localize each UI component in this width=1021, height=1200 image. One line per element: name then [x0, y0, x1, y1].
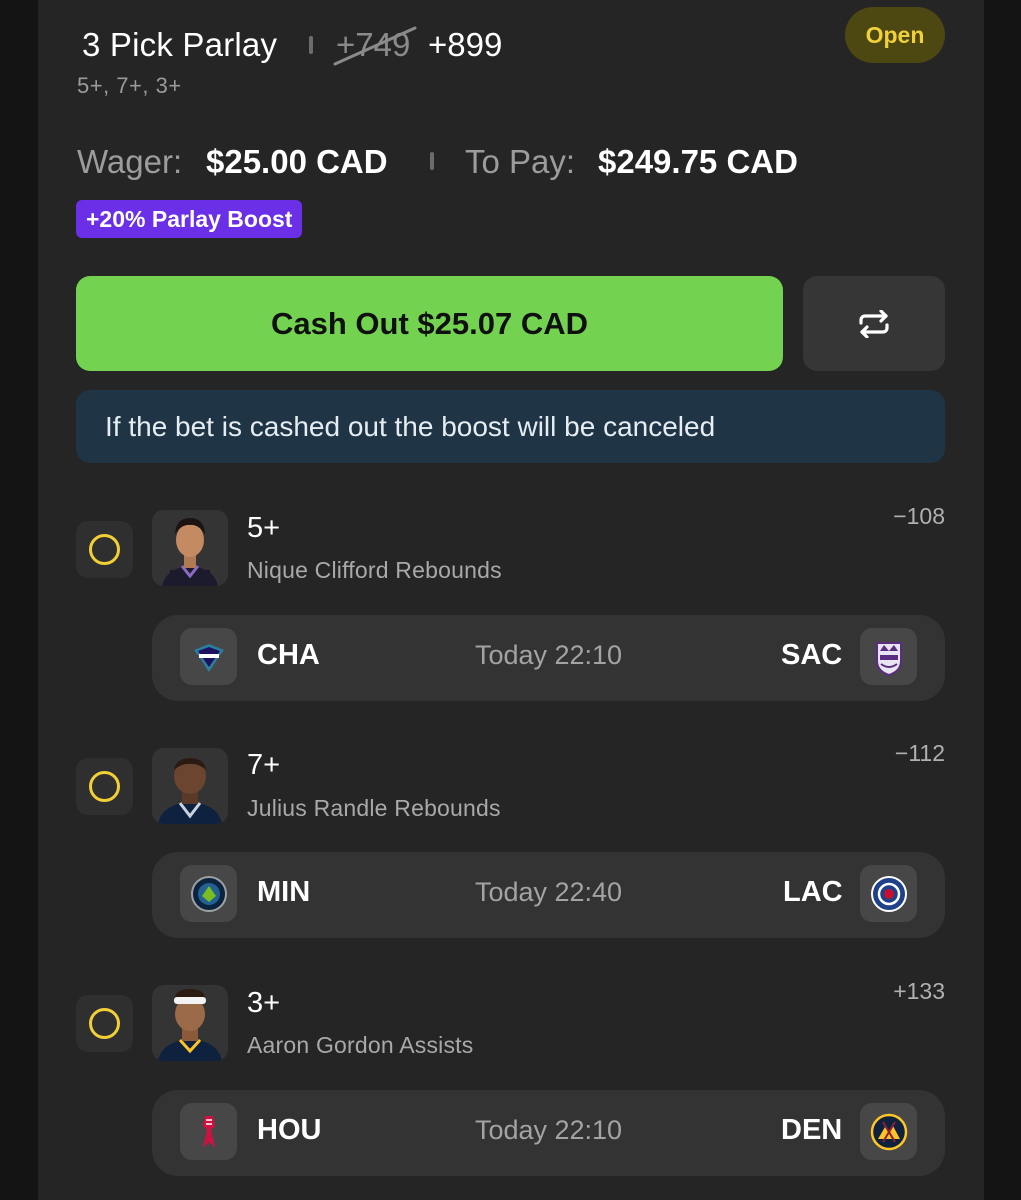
player-avatar: [152, 748, 228, 824]
to-pay-label: To Pay:: [465, 143, 576, 180]
wager-divider: [430, 152, 434, 170]
leg-odds: −112: [894, 740, 945, 766]
leg-2-select[interactable]: [76, 758, 133, 815]
parlay-lines-summary: 5+, 7+, 3+: [77, 73, 182, 98]
clippers-logo: [860, 865, 917, 922]
radio-unchecked-icon: [89, 771, 120, 802]
leg-description: Nique Clifford Rebounds: [247, 557, 502, 583]
leg-line: 7+: [247, 749, 281, 781]
away-team: LAC: [783, 876, 843, 908]
away-team: DEN: [781, 1114, 843, 1146]
parlay-boost-badge: +20% Parlay Boost: [76, 200, 303, 238]
leg-description: Aaron Gordon Assists: [247, 1032, 474, 1058]
title-divider: [309, 36, 313, 54]
leg-description: Julius Randle Rebounds: [247, 795, 501, 821]
refresh-button[interactable]: [803, 276, 945, 371]
game-row[interactable]: HOU Today 22:10 DEN: [152, 1090, 945, 1176]
kings-logo: [860, 628, 917, 685]
nuggets-logo: [860, 1103, 917, 1160]
strikethrough-line: [333, 26, 417, 66]
player-avatar: [152, 510, 228, 586]
status-badge: Open: [845, 7, 945, 63]
player-avatar: [152, 985, 228, 1061]
leg-odds: +133: [893, 978, 945, 1004]
game-row[interactable]: MIN Today 22:40 LAC: [152, 852, 945, 938]
away-team: SAC: [781, 639, 843, 671]
leg-1-select[interactable]: [76, 521, 133, 578]
to-pay-amount: $249.75 CAD: [598, 143, 798, 180]
leg-odds: −108: [893, 503, 945, 529]
leg-line: 3+: [247, 987, 281, 1019]
repeat-arrows-icon: [859, 309, 889, 338]
leg-3-select[interactable]: [76, 995, 133, 1052]
wager-label: Wager:: [77, 143, 183, 180]
game-row[interactable]: CHA Today 22:10 SAC: [152, 615, 945, 701]
cashout-boost-notice: If the bet is cashed out the boost will …: [76, 390, 945, 463]
wager-amount: $25.00 CAD: [206, 143, 388, 180]
cash-out-button[interactable]: Cash Out $25.07 CAD: [76, 276, 783, 371]
radio-unchecked-icon: [89, 1008, 120, 1039]
boosted-odds: +899: [428, 26, 503, 63]
radio-unchecked-icon: [89, 534, 120, 565]
parlay-title: 3 Pick Parlay: [82, 26, 278, 63]
leg-line: 5+: [247, 512, 281, 544]
